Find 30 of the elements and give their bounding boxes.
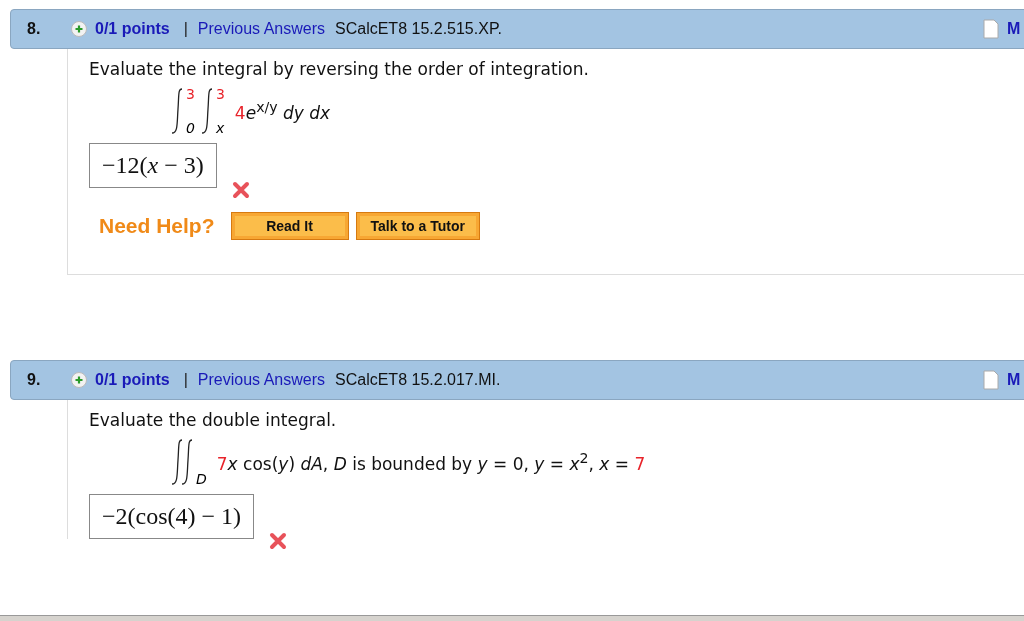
help-button[interactable]: Read It — [230, 212, 349, 240]
plus-icon[interactable] — [71, 21, 87, 37]
lower-limit: D — [196, 471, 207, 487]
previous-answers-link[interactable]: Previous Answers — [197, 20, 325, 38]
need-help-label: Need Help? — [99, 214, 215, 238]
question-number: 8. — [26, 20, 42, 38]
question-prompt: Evaluate the integral by reversing the order of integration. — [89, 59, 590, 79]
document-icon[interactable] — [983, 19, 999, 39]
document-icon[interactable] — [983, 370, 999, 390]
header-link[interactable]: M — [1007, 371, 1024, 389]
question-code: SCalcET8 15.2.515.XP. — [335, 20, 502, 38]
previous-answers-link[interactable]: Previous Answers — [197, 371, 325, 389]
lower-limit: 0 — [186, 120, 195, 136]
separator: | — [183, 20, 188, 38]
points-link[interactable]: 0/1 points — [95, 371, 170, 389]
integrand: 4e$^{x/y}$ dy dx — [234, 99, 331, 123]
integrand: 7x cos(y) dA, D is bounded by y = 0, y = x$^{2}$, x = 7 — [216, 450, 646, 474]
answer-box[interactable]: −2(cos(4) − 1) — [89, 494, 255, 539]
question-prompt: Evaluate the double integral. — [89, 410, 338, 430]
plus-icon[interactable] — [71, 372, 87, 388]
separator: | — [183, 371, 188, 389]
lower-limit: x — [215, 120, 225, 136]
question-number: 9. — [26, 371, 42, 389]
question-code: SCalcET8 15.2.017.MI. — [335, 371, 501, 389]
answer-box[interactable]: −12(x − 3) — [89, 143, 217, 188]
help-button[interactable]: Talk to a Tutor — [355, 212, 480, 240]
points-link[interactable]: 0/1 points — [95, 20, 170, 38]
header-link[interactable]: M — [1007, 20, 1024, 38]
upper-limit: 3 — [215, 86, 225, 102]
upper-limit: 3 — [186, 86, 195, 102]
